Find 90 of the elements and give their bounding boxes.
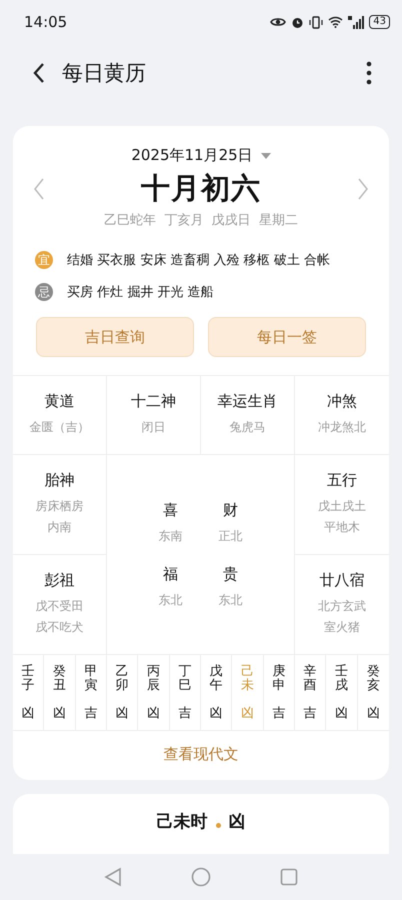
vibrate-icon [309,16,324,28]
hour-luck: 吉 [272,704,286,722]
hour-name: 己未 [240,665,254,694]
cell-value: 金匮（吉） [30,419,90,436]
cell-value: 戌不吃犬 [36,619,84,636]
next-icon[interactable] [357,178,369,200]
previous-icon[interactable] [33,178,45,200]
hour-name: 丙辰 [146,665,160,694]
cell-title: 幸运生肖 [218,392,278,411]
cell-value: 兔虎马 [230,419,266,436]
god-title: 贵 [223,564,238,584]
caret-icon [260,152,271,158]
battery-indicator: 43 [369,15,390,29]
modern-text-link[interactable]: 查看现代文 [164,730,238,780]
god-direction: 东北 [218,592,242,608]
cell-value: 戊不受田 [36,598,84,615]
dot-icon [216,823,220,828]
cell-value: 北方玄武 [318,598,366,615]
cell-value: 平地木 [324,519,360,536]
hour-name: 戊午 [210,665,223,694]
alarm-icon [291,16,304,28]
hour-column[interactable]: 壬子 凶 [13,655,44,730]
cell-title: 冲煞 [327,392,357,411]
hour-luck: 吉 [84,704,98,722]
hour-luck: 凶 [22,704,35,722]
hour-luck: 凶 [334,704,348,722]
ganzhi-text: 乙巳蛇年 丁亥月 戊戌日 星期二 [104,212,298,229]
back-icon[interactable] [32,62,46,84]
advice-badge: 忌 [35,283,53,301]
hour-name: 辛酉 [304,665,317,694]
more-icon[interactable] [366,61,372,85]
hour-luck: 吉 [304,704,317,722]
advice-badge: 宜 [35,251,53,269]
god-title: 财 [223,500,238,520]
page-title: 每日黄历 [62,60,147,87]
date-picker[interactable]: 2025年11月25日 [131,146,271,165]
back-nav-icon[interactable] [104,867,122,887]
hour-column[interactable]: 丁巳 吉 [170,655,201,730]
hour-column[interactable]: 甲寅 吉 [76,655,107,730]
cell-title: 十二神 [131,392,176,411]
hour-luck: 凶 [116,704,129,722]
cell-title: 五行 [327,471,357,490]
hour-name: 壬子 [22,665,35,694]
cell-value: 戊土戌土 [318,498,366,515]
hour-name: 癸丑 [52,665,66,694]
hour-column[interactable]: 丙辰 凶 [138,655,170,730]
hour-luck: 凶 [366,704,380,722]
recents-nav-icon[interactable] [280,868,298,886]
cell-value: 冲龙煞北 [318,419,366,436]
eye-icon [270,16,286,28]
cell-title: 彭祖 [44,571,74,590]
cell-title: 黄道 [44,392,74,411]
cell-value: 室火猪 [324,619,360,636]
status-time: 14:05 [24,13,68,31]
hour-luck: 凶 [52,704,66,722]
hour-name: 甲寅 [84,665,98,694]
cell-title: 胎神 [44,471,74,490]
advice-text: 买房 作灶 掘井 开光 造船 [67,284,214,301]
advice-text: 结婚 买衣服 安床 造畜稠 入殓 移柩 破土 合帐 [67,252,330,269]
hour-luck: 吉 [178,704,192,722]
hour-card-luck: 凶 [228,810,246,833]
wifi-icon [328,16,344,28]
home-nav-icon[interactable] [190,867,211,887]
cell-value: 闭日 [142,419,166,436]
god-title: 喜 [163,500,178,520]
hour-name: 壬戌 [334,665,348,694]
hour-name: 癸亥 [366,665,380,694]
hour-column[interactable]: 戊午 凶 [201,655,232,730]
god-title: 福 [163,564,178,584]
god-direction: 东南 [158,528,182,544]
hour-column[interactable]: 壬戌 凶 [326,655,358,730]
hour-column[interactable]: 辛酉 吉 [295,655,326,730]
hour-name: 庚申 [272,665,286,694]
signal-icon [348,16,364,28]
hour-name: 丁巳 [178,665,192,694]
hour-column[interactable]: 庚申 吉 [264,655,295,730]
god-direction: 正北 [218,528,242,544]
hour-luck: 凶 [146,704,160,722]
lunar-date: 十月初六 [141,170,261,207]
hour-name: 乙卯 [116,665,129,694]
hour-column[interactable]: 癸丑 凶 [44,655,76,730]
hour-column[interactable]: 乙卯 凶 [107,655,138,730]
hour-luck: 凶 [240,704,254,722]
cell-title: 廿八宿 [320,571,364,590]
cell-value: 内南 [48,519,72,536]
hour-luck: 凶 [210,704,223,722]
hour-column[interactable]: 癸亥 凶 [358,655,389,730]
cell-value: 房床栖房 [36,498,84,515]
god-direction: 东北 [158,592,182,608]
hour-card-title: 己未时 [156,810,208,833]
